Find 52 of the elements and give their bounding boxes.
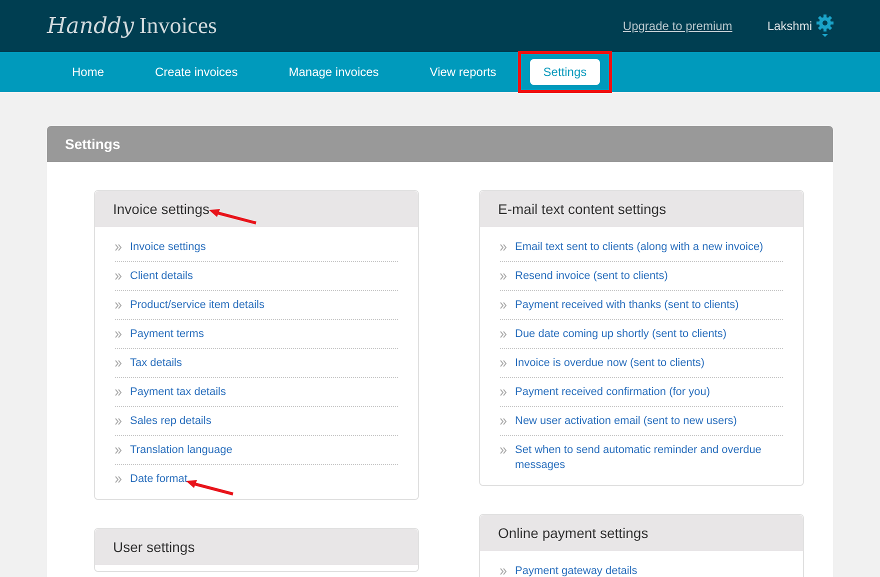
settings-link[interactable]: Date format: [130, 472, 188, 487]
settings-link[interactable]: Invoice settings: [130, 240, 206, 255]
chevron-icon: [115, 244, 122, 251]
chevron-icon: [115, 331, 122, 338]
chevron-icon: [115, 360, 122, 367]
chevron-icon: [115, 389, 122, 396]
chevron-icon: [115, 273, 122, 280]
nav-tab[interactable]: Settings: [530, 59, 600, 85]
settings-link[interactable]: Payment terms: [130, 327, 204, 342]
settings-link[interactable]: Due date coming up shortly (sent to clients): [515, 327, 727, 342]
nav-tab[interactable]: View reports: [412, 59, 514, 85]
settings-link[interactable]: Payment received with thanks (sent to clients): [515, 298, 739, 313]
settings-link[interactable]: Invoice is overdue now (sent to clients): [515, 356, 705, 371]
card-title: Invoice settings: [113, 201, 210, 217]
settings-link[interactable]: Translation language: [130, 443, 232, 458]
chevron-icon: [500, 360, 507, 367]
settings-link[interactable]: Set when to send automatic reminder and overdue messages: [515, 443, 775, 473]
settings-link[interactable]: Payment tax details: [130, 385, 226, 400]
nav-tab[interactable]: Manage invoices: [272, 59, 396, 85]
logo-text: Invoices: [139, 13, 217, 39]
annotation-arrow: [208, 207, 258, 225]
chevron-icon: [115, 302, 122, 309]
card-title: User settings: [113, 539, 195, 555]
chevron-icon: [500, 418, 507, 425]
nav-tab[interactable]: Home: [55, 59, 122, 85]
chevron-icon: [115, 447, 122, 454]
chevron-icon: [500, 302, 507, 309]
nav-tab[interactable]: Create invoices: [138, 59, 255, 85]
card-title: E-mail text content settings: [498, 201, 666, 217]
panel-title: Settings: [47, 126, 833, 162]
settings-link[interactable]: Sales rep details: [130, 414, 212, 429]
settings-link[interactable]: Payment received confirmation (for you): [515, 385, 710, 400]
user-name: Lakshmi: [767, 19, 812, 33]
settings-link[interactable]: Product/service item details: [130, 298, 264, 313]
upgrade-link[interactable]: Upgrade to premium: [622, 19, 732, 33]
chevron-icon: [115, 418, 122, 425]
settings-link[interactable]: New user activation email (sent to new users): [515, 414, 737, 429]
chevron-icon: [500, 244, 507, 251]
settings-link[interactable]: Resend invoice (sent to clients): [515, 269, 668, 284]
chevron-icon: [500, 389, 507, 396]
chevron-icon: [500, 447, 507, 454]
chevron-icon: [500, 273, 507, 280]
settings-link[interactable]: Client details: [130, 269, 193, 284]
settings-link[interactable]: Tax details: [130, 356, 182, 371]
chevron-icon: [500, 331, 507, 338]
logo-script: Handdy: [47, 14, 134, 39]
settings-link[interactable]: Email text sent to clients (along with a new invoice): [515, 240, 764, 255]
chevron-icon: [115, 476, 122, 483]
chevron-icon: [500, 568, 507, 575]
card-title: Online payment settings: [498, 525, 648, 541]
gear-icon[interactable]: [816, 14, 834, 38]
settings-link[interactable]: Payment gateway details: [515, 564, 638, 577]
